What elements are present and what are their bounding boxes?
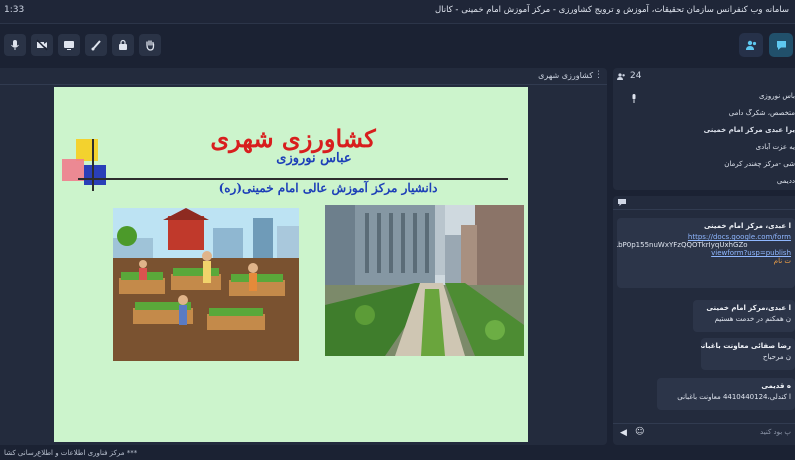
chat-message: ا عبدی،مرکز امام خمینی ن همکنم در خدمت ه… — [693, 300, 795, 332]
chat-input[interactable]: پ بود کنید — [760, 428, 791, 436]
chat-sender: ا عبدی، مرکز امام خمینی — [703, 222, 791, 230]
participants-count: 24 — [630, 71, 642, 81]
chat-text: ن مرحباح — [762, 353, 791, 361]
chat-input-bar: ◀ ☺ پ بود کنید — [613, 423, 795, 443]
draw-button[interactable] — [85, 34, 107, 56]
title-bar: 1:33 سامانه وب کنفرانس سازمان تحقیقات، آ… — [0, 0, 795, 24]
raise-hand-button[interactable] — [139, 34, 161, 56]
chat-message: ا عبدی، مرکز امام خمینی https://docs.goo… — [617, 218, 795, 288]
chat-link-line: TXyLbP0p155nuWxYFzQQOTkrIyqUxhGZo — [617, 241, 748, 249]
slide-affiliation: دانشیار مرکز آموزش عالی امام خمینی(ره) — [218, 181, 438, 195]
slide-divider — [78, 178, 508, 180]
camera-toggle-button[interactable] — [31, 34, 53, 56]
mic-icon — [632, 94, 636, 103]
lock-icon — [119, 39, 127, 50]
participant-item[interactable]: یه عزت آبادی — [625, 143, 795, 160]
chat-text: ن همکنم در خدمت هستیم — [714, 315, 791, 323]
participant-item[interactable]: ددیمی — [625, 177, 795, 194]
slide-author: عباس نوروزی — [276, 151, 352, 166]
rooftop-garden-illustration — [113, 208, 299, 361]
presentation-title: کشاورزی شهری — [538, 71, 593, 80]
screen-share-icon — [64, 41, 74, 50]
participant-item[interactable]: متخصص، شکرگ دامی — [625, 109, 795, 126]
chat-message: ه قدیمی ا کندلی،4410440124 معاونت باغبان… — [657, 378, 795, 410]
participants-icon — [745, 40, 756, 50]
participant-name: یه عزت آبادی — [755, 143, 795, 151]
brush-icon — [91, 40, 101, 51]
participant-name: یرا عبدی مرکز امام خمینی — [703, 126, 795, 134]
mic-toggle-button[interactable] — [4, 34, 26, 56]
lock-button[interactable] — [112, 34, 134, 56]
participant-name: متخصص، شکرگ دامی — [728, 109, 795, 117]
chat-note: ت نام — [773, 257, 791, 265]
chat-sender: رضا صفائی معاونت باغبانی — [701, 342, 791, 350]
clock: 1:33 — [4, 5, 25, 15]
chat-header — [613, 196, 795, 210]
chat-sender: ا عبدی،مرکز امام خمینی — [706, 304, 791, 312]
participants-toggle-button[interactable] — [739, 33, 763, 57]
participants-count-icon — [617, 72, 625, 80]
presentation-header: ⋮ کشاورزی شهری — [0, 68, 607, 85]
panel-toggles — [739, 33, 793, 57]
participant-item[interactable]: باس نوروزی — [625, 92, 795, 109]
presentation-slide: کشاورزی شهری عباس نوروزی دانشیار مرکز آم… — [54, 87, 528, 442]
chat-message: رضا صفائی معاونت باغبانی ن مرحباح — [701, 338, 795, 370]
status-bar: *** مرکز فناوری اطلاعات و اطلاع‌رسانی کش… — [0, 447, 795, 460]
participant-item[interactable]: یرا عبدی مرکز امام خمینی — [625, 126, 795, 143]
chat-header-icon — [618, 199, 626, 206]
screen-share-button[interactable] — [58, 34, 80, 56]
chat-link[interactable]: https://docs.google.com/form — [617, 233, 791, 241]
participant-name: ددیمی — [776, 177, 795, 185]
participants-header: 24 — [617, 71, 641, 81]
raise-hand-icon — [146, 40, 155, 51]
chat-text: ا کندلی،4410440124 معاونت باغبانی — [677, 393, 791, 401]
chat-link[interactable]: viewform?usp=publish — [617, 249, 791, 257]
camera-off-icon — [36, 39, 48, 51]
chat-icon — [776, 40, 786, 50]
participant-item[interactable]: شی -مرکز چغندر کرمان — [625, 160, 795, 177]
window-title: سامانه وب کنفرانس سازمان تحقیقات، آموزش … — [434, 5, 789, 15]
chat-sender: ه قدیمی — [761, 382, 791, 390]
participant-name: باس نوروزی — [758, 92, 795, 100]
status-text: *** مرکز فناوری اطلاعات و اطلاع‌رسانی کش… — [4, 449, 138, 457]
slide-title: کشاورزی شهری — [210, 124, 376, 153]
toolbar — [0, 28, 795, 64]
chat-toggle-button[interactable] — [769, 33, 793, 57]
send-icon[interactable]: ◀ — [620, 428, 627, 438]
participants-list: باس نوروزی متخصص، شکرگ دامی یرا عبدی مرک… — [625, 92, 795, 194]
chat-panel: ا عبدی، مرکز امام خمینی https://docs.goo… — [613, 196, 795, 445]
media-controls — [4, 34, 161, 56]
rooftop-farm-photo — [325, 205, 524, 356]
mic-off-icon — [11, 40, 19, 50]
participant-name: شی -مرکز چغندر کرمان — [724, 160, 795, 168]
participants-panel: 24 باس نوروزی متخصص، شکرگ دامی یرا عبدی … — [613, 68, 795, 190]
slide-decoration — [62, 139, 122, 199]
presentation-panel: ⋮ کشاورزی شهری کشاورزی شهری عباس نوروزی … — [0, 68, 607, 445]
emoji-icon[interactable]: ☺ — [635, 427, 644, 437]
more-options-icon[interactable]: ⋮ — [594, 70, 603, 80]
